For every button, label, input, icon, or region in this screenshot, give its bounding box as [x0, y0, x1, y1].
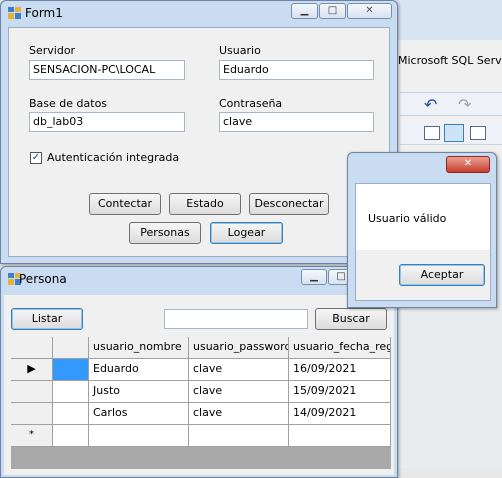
- grid-header-nombre[interactable]: usuario_nombre: [89, 337, 189, 359]
- form1-window: Form1 ▁ □ ✕ Servidor SENSACION-PC\LOCAL …: [0, 0, 398, 264]
- background-app-title: Microsoft SQL Server I: [398, 54, 502, 67]
- listar-button[interactable]: Listar: [11, 308, 83, 330]
- table-cell[interactable]: [89, 425, 189, 447]
- form1-client: Servidor SENSACION-PC\LOCAL Usuario Edua…: [8, 27, 390, 257]
- table-cell[interactable]: clave: [189, 403, 289, 425]
- table-cell[interactable]: 15/09/2021: [289, 381, 391, 403]
- table-cell[interactable]: Carlos: [89, 403, 189, 425]
- row-header[interactable]: [11, 381, 53, 403]
- close-button[interactable]: ✕: [446, 156, 490, 173]
- servidor-field[interactable]: SENSACION-PC\LOCAL: [29, 60, 185, 80]
- message-box-client: Usuario válido Aceptar: [355, 183, 491, 301]
- personas-button[interactable]: Personas: [129, 222, 201, 244]
- auth-checkbox[interactable]: ✓: [30, 152, 42, 164]
- row-header-new[interactable]: *: [11, 425, 53, 447]
- table-cell[interactable]: [53, 381, 89, 403]
- minimize-button[interactable]: ▁: [301, 269, 327, 285]
- usuario-label: Usuario: [219, 44, 261, 57]
- toolbar-grid-icon[interactable]: [444, 124, 464, 142]
- grid-corner: [11, 337, 53, 359]
- contrasena-label: Contraseña: [219, 97, 283, 110]
- grid-header-password[interactable]: usuario_password: [189, 337, 289, 359]
- search-input[interactable]: [164, 309, 308, 329]
- persona-titlebar[interactable]: Persona ▁ □ ✕: [1, 267, 397, 291]
- table-cell[interactable]: clave: [189, 359, 289, 381]
- background-toolbar-2: [400, 122, 502, 145]
- personas-grid[interactable]: usuario_nombre usuario_password usuario_…: [11, 337, 391, 469]
- desconectar-button[interactable]: Desconectar: [249, 193, 329, 215]
- table-cell[interactable]: Justo: [89, 381, 189, 403]
- form1-title: Form1: [25, 6, 63, 20]
- maximize-button[interactable]: □: [319, 3, 346, 19]
- redo-icon[interactable]: ↷: [458, 95, 471, 114]
- servidor-label: Servidor: [29, 44, 76, 57]
- base-datos-field[interactable]: db_lab03: [29, 112, 185, 132]
- contrasena-field[interactable]: clave: [219, 112, 374, 132]
- row-header-current[interactable]: ▶: [11, 359, 53, 381]
- table-cell[interactable]: [189, 425, 289, 447]
- selected-cell[interactable]: [53, 359, 89, 381]
- table-cell[interactable]: 16/09/2021: [289, 359, 391, 381]
- persona-title: Persona: [19, 272, 67, 286]
- table-cell[interactable]: [289, 425, 391, 447]
- background-toolbar-1: ↶ ↷: [400, 92, 502, 116]
- table-cell[interactable]: clave: [189, 381, 289, 403]
- auth-label: Autenticación integrada: [47, 151, 180, 164]
- table-cell[interactable]: [53, 403, 89, 425]
- background-app-titlebar: [395, 0, 502, 40]
- buscar-button[interactable]: Buscar: [315, 308, 387, 330]
- grid-header-empty[interactable]: [53, 337, 89, 359]
- table-cell[interactable]: 14/09/2021: [289, 403, 391, 425]
- base-datos-label: Base de datos: [29, 97, 108, 110]
- message-box-titlebar[interactable]: ✕: [348, 153, 496, 177]
- toolbar-table-icon[interactable]: [470, 126, 486, 140]
- form1-titlebar[interactable]: Form1 ▁ □ ✕: [1, 1, 397, 25]
- grid-header-fecha[interactable]: usuario_fecha_regi: [289, 337, 391, 359]
- aceptar-button[interactable]: Aceptar: [399, 264, 485, 286]
- message-text: Usuario válido: [368, 212, 447, 225]
- persona-window: Persona ▁ □ ✕ Listar Buscar usuario_nomb…: [0, 266, 398, 478]
- toolbar-doc-icon[interactable]: [424, 126, 440, 140]
- persona-client: Listar Buscar usuario_nombre usuario_pas…: [4, 295, 394, 475]
- table-cell[interactable]: [53, 425, 89, 447]
- app-icon: [8, 7, 21, 19]
- usuario-field[interactable]: Eduardo: [219, 60, 374, 80]
- estado-button[interactable]: Estado: [169, 193, 241, 215]
- close-button[interactable]: ✕: [347, 3, 392, 19]
- row-header[interactable]: [11, 403, 53, 425]
- minimize-button[interactable]: ▁: [291, 3, 318, 19]
- message-box: ✕ Usuario válido Aceptar: [347, 152, 497, 308]
- table-cell[interactable]: Eduardo: [89, 359, 189, 381]
- logear-button[interactable]: Logear: [210, 222, 283, 244]
- conectar-button[interactable]: Contectar: [89, 193, 161, 215]
- undo-icon[interactable]: ↶: [424, 95, 437, 114]
